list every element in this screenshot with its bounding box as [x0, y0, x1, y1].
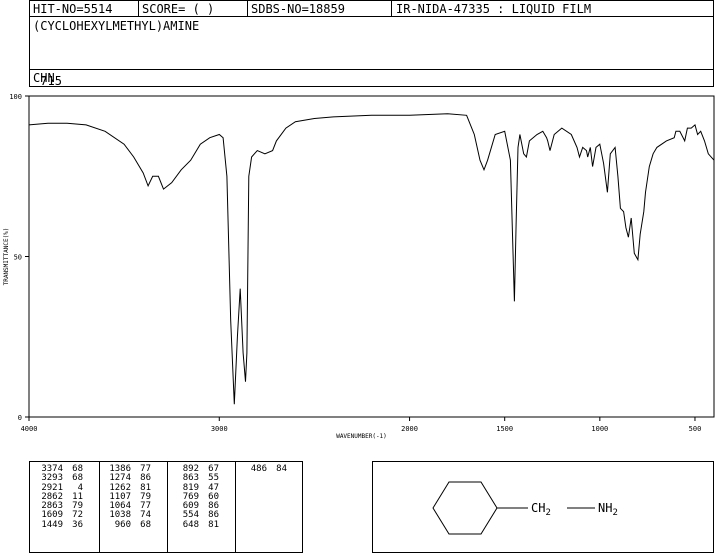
peak-transmittance: 84 — [276, 464, 287, 474]
molecular-formula: C 7 H 15 N — [33, 71, 62, 88]
y-tick-label: 100 — [9, 93, 22, 101]
formula-c-count: 7 — [40, 74, 48, 88]
x-tick-label: 1000 — [591, 425, 608, 433]
peak-wavenumber: 1449 — [41, 519, 63, 530]
peak-wavenumber: 960 — [114, 519, 131, 530]
peak-column: 3374 68 3293 68 2921 4 2862 11 2863 79 1609 72 1449 3… — [36, 464, 83, 552]
nh2-label: NH2 — [598, 501, 618, 518]
cyclohexane-ring — [432, 481, 498, 535]
x-tick-label: 3000 — [211, 425, 228, 433]
compound-name: (CYCLOHEXYLMETHYL)AMINE — [33, 19, 200, 33]
x-tick-label: 4000 — [21, 425, 38, 433]
formula-h-count: 15 — [47, 74, 62, 88]
transmittance-series-line — [28, 113, 715, 405]
peak-column: 892 67 863 55 819 47 769 60 609 86 554 86 648 81 — [172, 464, 219, 552]
ch2-label: CH2 — [531, 501, 551, 518]
peak-table: 3374 68 3293 68 2921 4 2862 11 2863 79 1609 72 1449 3… — [29, 461, 303, 553]
score-label: SCORE= ( ) — [142, 2, 215, 16]
y-tick-label: 0 — [18, 414, 22, 422]
x-axis-label: WAVENUMBER(-1) — [336, 433, 387, 440]
structure-diagram: CH2 NH2 — [432, 481, 618, 535]
source-label: IR-NIDA-47335 : LIQUID FILM — [396, 2, 592, 16]
x-tick-label: 500 — [689, 425, 702, 433]
peak-row: 960 68 — [104, 519, 151, 530]
x-tick-label: 2000 — [401, 425, 418, 433]
peak-transmittance: 68 — [140, 519, 151, 530]
plot-frame — [28, 95, 715, 418]
peak-row: 486 84 — [240, 464, 287, 474]
x-tick-label: 1500 — [496, 425, 513, 433]
ir-spectrum-chart: 4000 3000 2000 1500 1000 500 0 50 100 WAVENUMBER(… — [3, 93, 715, 440]
hit-number: HIT-NO=5514 — [33, 2, 113, 16]
peak-row: 648 81 — [172, 519, 219, 530]
peak-wavenumber: 486 — [250, 464, 267, 474]
formula-row — [29, 69, 714, 87]
peak-column-divider — [235, 462, 236, 552]
y-axis-label: TRANSMITTANCE(%) — [3, 228, 10, 286]
peak-transmittance: 36 — [72, 519, 83, 530]
peak-column: 1386 77 1274 86 1262 81 1107 79 1064 77 1038 74 960 6… — [104, 464, 151, 552]
peak-row: 1449 36 — [36, 519, 83, 530]
peak-transmittance: 81 — [208, 519, 219, 530]
structure-panel: CH2 NH2 — [372, 461, 714, 553]
peak-column-divider — [167, 462, 168, 552]
header-panel: HIT-NO=5514 SCORE= ( ) SDBS-NO=18859 IR-… — [29, 0, 714, 88]
peak-column-divider — [99, 462, 100, 552]
sdbs-number: SDBS-NO=18859 — [251, 2, 345, 16]
y-tick-label: 50 — [14, 254, 22, 262]
peak-column: 486 84 — [240, 464, 287, 552]
peak-wavenumber: 648 — [182, 519, 199, 530]
